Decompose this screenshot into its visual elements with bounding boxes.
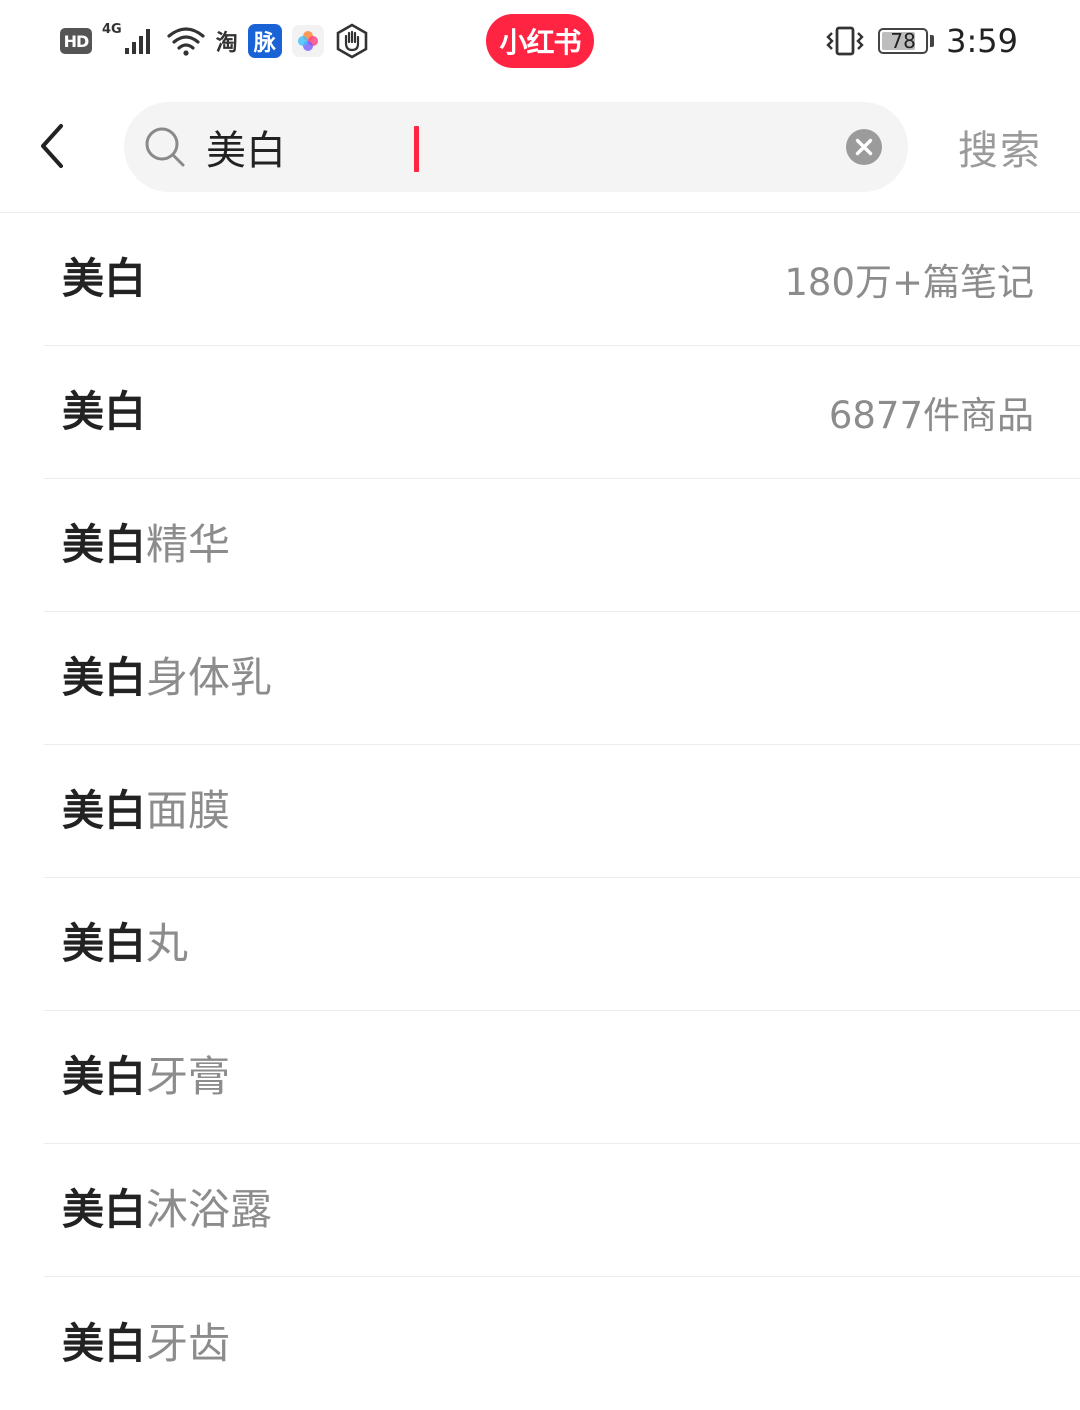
suggestion-keyword: 美白 (62, 1318, 147, 1368)
app-name-badge: 小红书 (486, 14, 594, 68)
suggestion-text: 美白丸 (62, 923, 188, 965)
search-box[interactable] (124, 102, 908, 192)
battery-tip (930, 35, 935, 47)
suggestion-text: 美白 (62, 258, 146, 300)
suggestion-keyword: 美白 (62, 387, 147, 436)
suggestion-item[interactable]: 美白牙齿 (44, 1277, 1080, 1410)
hand-shield-icon (336, 23, 368, 59)
clear-circle-icon[interactable] (846, 129, 882, 165)
suggestion-completion: 牙齿 (146, 1318, 231, 1368)
suggestion-count: 6877件商品 (828, 394, 1034, 437)
suggestion-text: 美白沐浴露 (62, 1189, 272, 1231)
suggestion-completion: 身体乳 (146, 653, 273, 702)
suggestion-text: 美白面膜 (62, 790, 230, 832)
status-bar-left: HD 4G 淘 脉 (60, 20, 370, 62)
vibrate-icon (826, 26, 864, 56)
status-bar-right: 78 3:59 (824, 20, 1018, 62)
suggestion-item[interactable]: 美白 6877件商品 (44, 346, 1080, 479)
suggestion-item[interactable]: 美白精华 (44, 479, 1080, 612)
suggestion-item[interactable]: 美白丸 (44, 878, 1080, 1011)
taobao-app-icon: 淘 (215, 31, 238, 56)
suggestion-keyword: 美白 (62, 1185, 147, 1234)
suggestion-text: 美白牙膏 (62, 1056, 230, 1098)
suggestion-keyword: 美白 (62, 1052, 147, 1101)
suggestion-keyword: 美白 (62, 786, 147, 835)
search-submit-button[interactable]: 搜索 (958, 118, 1042, 176)
signal-icon (124, 29, 150, 54)
suggestion-completion: 面膜 (146, 786, 231, 835)
network-type-label: 4G (102, 22, 122, 37)
suggestion-text: 美白精华 (62, 524, 230, 566)
suggestion-item[interactable]: 美白面膜 (44, 745, 1080, 878)
suggestion-keyword: 美白 (62, 520, 147, 569)
suggestion-text: 美白 (62, 391, 146, 433)
status-clock: 3:59 (946, 22, 1018, 60)
suggestion-item[interactable]: 美白沐浴露 (44, 1144, 1080, 1277)
suggestion-keyword: 美白 (62, 653, 147, 702)
wifi-icon (167, 27, 205, 56)
suggestion-completion: 丸 (146, 919, 189, 968)
search-icon (145, 127, 185, 167)
suggestion-keyword: 美白 (62, 919, 147, 968)
suggestion-item[interactable]: 美白牙膏 (44, 1011, 1080, 1144)
search-input[interactable] (206, 116, 806, 178)
suggestion-item[interactable]: 美白 180万+篇笔记 (44, 213, 1080, 346)
hd-badge: HD (60, 28, 92, 54)
suggestion-item[interactable]: 美白身体乳 (44, 612, 1080, 745)
photos-app-icon (291, 25, 324, 57)
battery-level: 78 (890, 29, 916, 53)
search-header: 搜索 (0, 82, 1080, 213)
suggestion-completion: 精华 (146, 520, 231, 569)
maimai-app-icon: 脉 (247, 24, 282, 58)
battery-icon: 78 (878, 28, 929, 54)
chevron-left-icon (41, 124, 63, 168)
back-button[interactable] (24, 114, 80, 178)
text-caret (414, 126, 419, 172)
suggestion-keyword: 美白 (62, 254, 147, 303)
suggestion-text: 美白身体乳 (62, 657, 272, 699)
suggestion-completion: 牙膏 (146, 1052, 231, 1101)
suggestion-text: 美白牙齿 (62, 1322, 230, 1365)
status-bar: HD 4G 淘 脉 小红书 78 3:59 (0, 0, 1080, 82)
suggestion-list: 美白 180万+篇笔记 美白 6877件商品 美白精华 美白身体乳 美白面膜 美… (0, 213, 1080, 1410)
suggestion-completion: 沐浴露 (146, 1185, 273, 1234)
suggestion-count: 180万+篇笔记 (784, 261, 1034, 304)
